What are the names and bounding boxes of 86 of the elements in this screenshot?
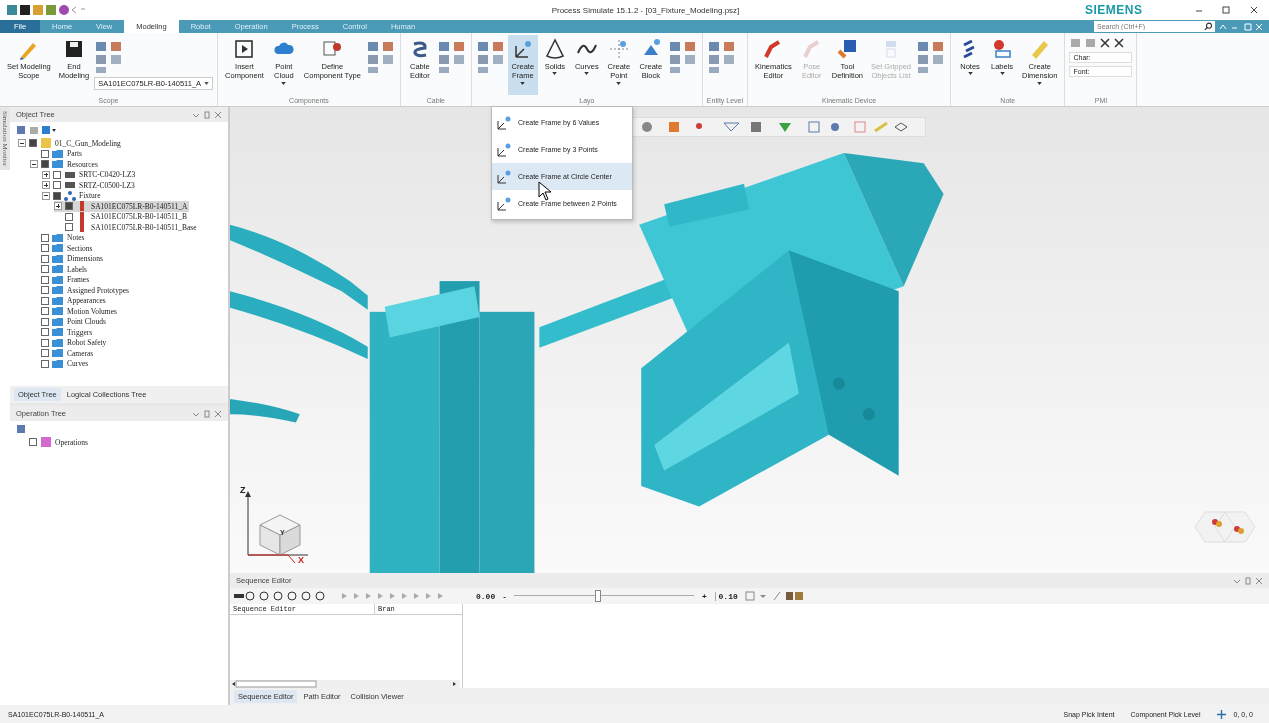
checkbox[interactable] <box>65 212 73 221</box>
mouse-pointer-icon <box>538 181 552 201</box>
horizontal-scrollbar[interactable] <box>230 680 460 688</box>
caret-icon <box>967 72 973 76</box>
checkbox[interactable] <box>41 317 49 326</box>
brand-logo: SIEMENS <box>1085 3 1144 17</box>
small-tool-icons[interactable] <box>436 39 467 75</box>
window-title: Process Simulate 15.1.2 - [03_Fixture_Modeling.psz] <box>550 5 741 15</box>
slider-thumb[interactable] <box>594 590 601 602</box>
expander-icon[interactable] <box>54 202 62 211</box>
decrease-button[interactable]: - <box>501 591 508 601</box>
checkbox[interactable] <box>41 149 49 158</box>
operation-toolbar-icon[interactable] <box>16 424 26 434</box>
checkbox[interactable] <box>41 359 49 368</box>
axis-label: X <box>298 555 304 565</box>
small-tool-icons[interactable] <box>706 39 737 75</box>
checkbox[interactable] <box>41 349 49 358</box>
caret-icon <box>584 72 590 76</box>
folder-icon <box>52 295 64 306</box>
checkbox[interactable] <box>29 139 37 148</box>
folder-icon <box>52 316 64 327</box>
folder-icon <box>52 253 64 264</box>
caret-icon <box>999 72 1005 76</box>
checkbox[interactable] <box>41 296 49 305</box>
expander-icon[interactable] <box>18 139 26 148</box>
caret-icon <box>204 82 210 85</box>
checkbox[interactable] <box>53 181 61 190</box>
caret-icon <box>616 81 622 85</box>
quick-access-icons[interactable] <box>6 4 86 16</box>
caret-icon <box>552 72 558 76</box>
small-tool-icons[interactable] <box>475 39 506 75</box>
checkbox[interactable] <box>41 328 49 337</box>
expander-icon[interactable] <box>30 160 38 169</box>
panel-controls-icon[interactable] <box>1233 576 1263 585</box>
caret-icon <box>281 81 287 85</box>
folder-icon <box>52 264 64 275</box>
checkbox[interactable] <box>65 202 73 211</box>
checkbox[interactable] <box>65 223 73 232</box>
checkbox[interactable] <box>41 338 49 347</box>
checkbox[interactable] <box>41 254 49 263</box>
expander-icon[interactable] <box>42 170 50 179</box>
graphics-toolbar[interactable] <box>632 117 926 137</box>
checkbox[interactable] <box>41 286 49 295</box>
frame-icon <box>496 114 512 131</box>
folder-icon <box>52 274 64 285</box>
checkbox[interactable] <box>41 233 49 242</box>
panel-controls-icon[interactable] <box>192 409 222 418</box>
checkbox[interactable] <box>29 438 37 447</box>
checkbox[interactable] <box>41 275 49 284</box>
search-icon[interactable] <box>1203 22 1212 31</box>
caret-icon <box>1037 81 1043 85</box>
folder-icon <box>52 159 64 170</box>
compound-icon <box>64 190 76 201</box>
sequence-tools-icons[interactable] <box>743 591 804 601</box>
tree-toolbar-icons[interactable] <box>16 125 56 135</box>
expander-icon[interactable] <box>42 181 50 190</box>
pipe-drawing <box>230 398 300 423</box>
frame-icon <box>496 141 512 158</box>
caret-icon <box>520 81 526 85</box>
frame-icon <box>496 168 512 185</box>
folder-icon <box>52 358 64 369</box>
frame-icon <box>496 195 512 212</box>
small-tool-icons[interactable] <box>365 39 396 75</box>
folder-icon <box>52 337 64 348</box>
axis-label: Z <box>240 485 246 495</box>
checkbox[interactable] <box>41 244 49 253</box>
checkbox[interactable] <box>41 160 49 169</box>
checkbox[interactable] <box>53 191 61 200</box>
folder-icon <box>52 243 64 254</box>
panel-controls-icon[interactable] <box>192 110 222 119</box>
time-value: 0.00 <box>476 591 496 601</box>
ribbon-controls-icon[interactable] <box>1219 22 1263 31</box>
increase-button[interactable]: + <box>699 591 709 601</box>
folder-icon <box>52 327 64 338</box>
folder-icon <box>52 306 64 317</box>
folder-icon <box>52 148 64 159</box>
small-tool-icons[interactable] <box>667 39 698 75</box>
checkbox[interactable] <box>41 265 49 274</box>
folder-icon <box>52 285 64 296</box>
folder-icon <box>52 232 64 243</box>
step-field[interactable]: 0.10 <box>714 591 738 601</box>
folder-icon <box>52 348 64 359</box>
checkbox[interactable] <box>53 170 61 179</box>
checkbox[interactable] <box>41 307 49 316</box>
expander-icon[interactable] <box>42 191 50 200</box>
move-icon <box>1216 709 1226 719</box>
